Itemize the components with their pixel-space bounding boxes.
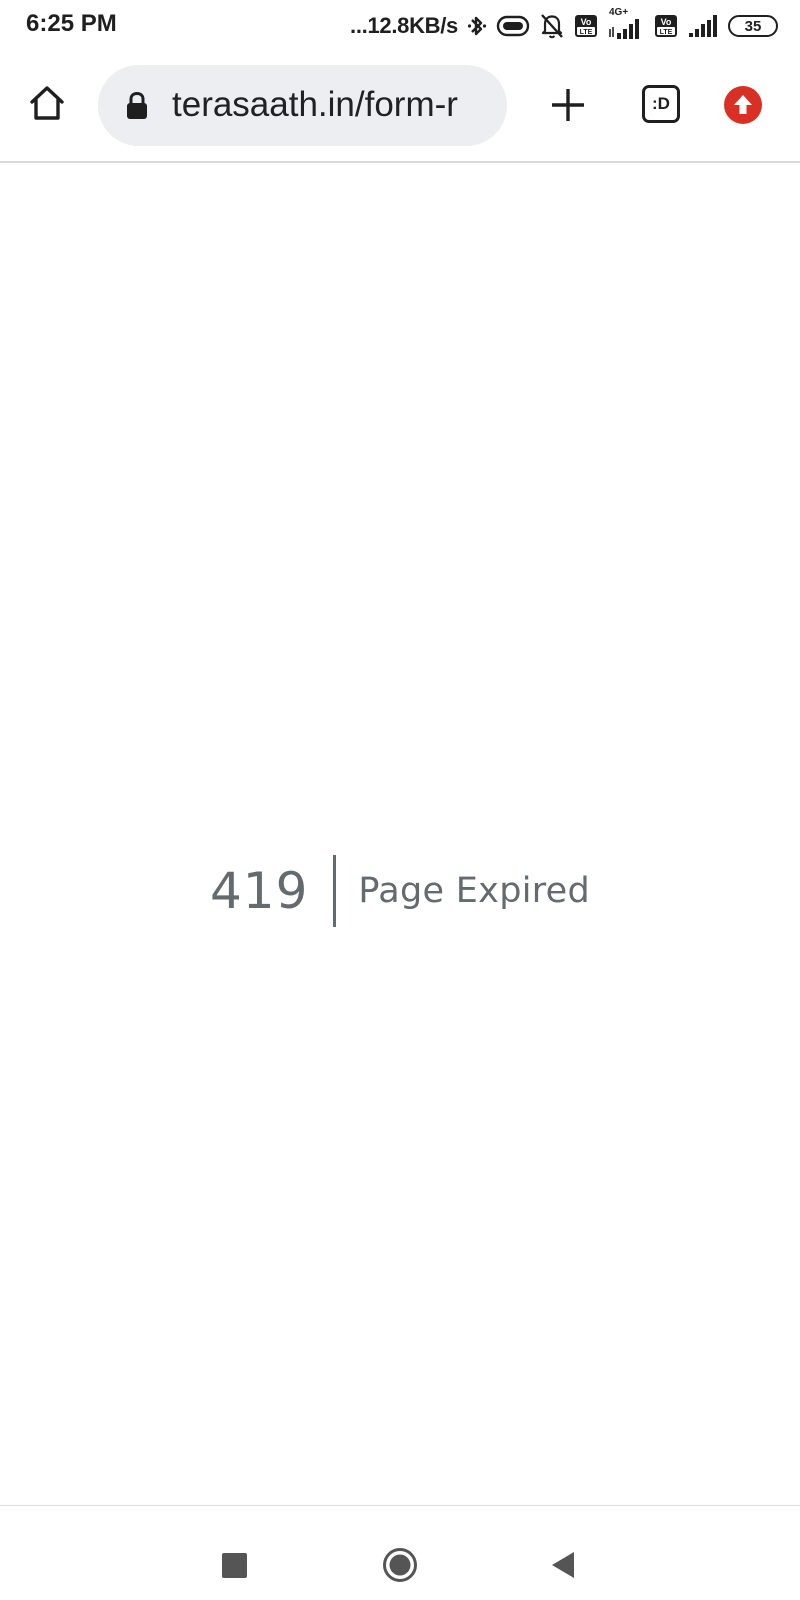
svg-text:LTE: LTE bbox=[580, 29, 593, 36]
error-container: 419 Page Expired bbox=[0, 855, 800, 927]
update-icon[interactable] bbox=[724, 86, 762, 124]
home-circle-icon[interactable] bbox=[382, 1547, 418, 1583]
recents-icon[interactable] bbox=[222, 1553, 247, 1578]
navigation-bar bbox=[0, 1505, 800, 1600]
toggle-icon bbox=[496, 14, 530, 38]
volte-sim1-icon: Vo LTE bbox=[574, 14, 598, 38]
battery-icon: 35 bbox=[728, 15, 778, 37]
home-icon[interactable] bbox=[25, 81, 69, 125]
status-icons: ...12.8KB/s Vo LTE 4G+ Vo LTE 35 bbox=[350, 6, 778, 46]
error-code: 419 bbox=[209, 862, 309, 920]
signal-sim2-icon bbox=[687, 13, 719, 39]
battery-level: 35 bbox=[744, 17, 762, 35]
browser-toolbar: terasaath.in/form-r :D bbox=[0, 50, 800, 163]
tabs-label: :D bbox=[652, 94, 670, 113]
svg-text:Vo: Vo bbox=[581, 17, 592, 27]
network-speed: ...12.8KB/s bbox=[350, 13, 458, 38]
error-message: Page Expired bbox=[358, 871, 591, 911]
tabs-icon[interactable]: :D bbox=[642, 85, 680, 123]
url-text[interactable]: terasaath.in/form-r bbox=[172, 85, 458, 125]
mute-bell-icon bbox=[539, 12, 565, 40]
address-bar[interactable]: terasaath.in/form-r bbox=[98, 65, 507, 146]
svg-text:LTE: LTE bbox=[660, 29, 673, 36]
page-content: 419 Page Expired bbox=[0, 163, 800, 1505]
plus-icon[interactable] bbox=[548, 85, 588, 125]
status-time: 6:25 PM bbox=[26, 10, 117, 37]
phone-screen: 6:25 PM ...12.8KB/s Vo LTE 4G+ Vo LTE 35… bbox=[0, 0, 800, 1600]
back-icon[interactable] bbox=[550, 1550, 578, 1580]
status-bar: 6:25 PM ...12.8KB/s Vo LTE 4G+ Vo LTE 35 bbox=[0, 0, 800, 50]
bluetooth-icon bbox=[467, 13, 487, 39]
lock-icon[interactable] bbox=[125, 91, 149, 121]
volte-sim2-icon: Vo LTE bbox=[654, 14, 678, 38]
svg-text:Vo: Vo bbox=[661, 17, 672, 27]
signal-sim1-icon: 4G+ bbox=[607, 7, 645, 43]
